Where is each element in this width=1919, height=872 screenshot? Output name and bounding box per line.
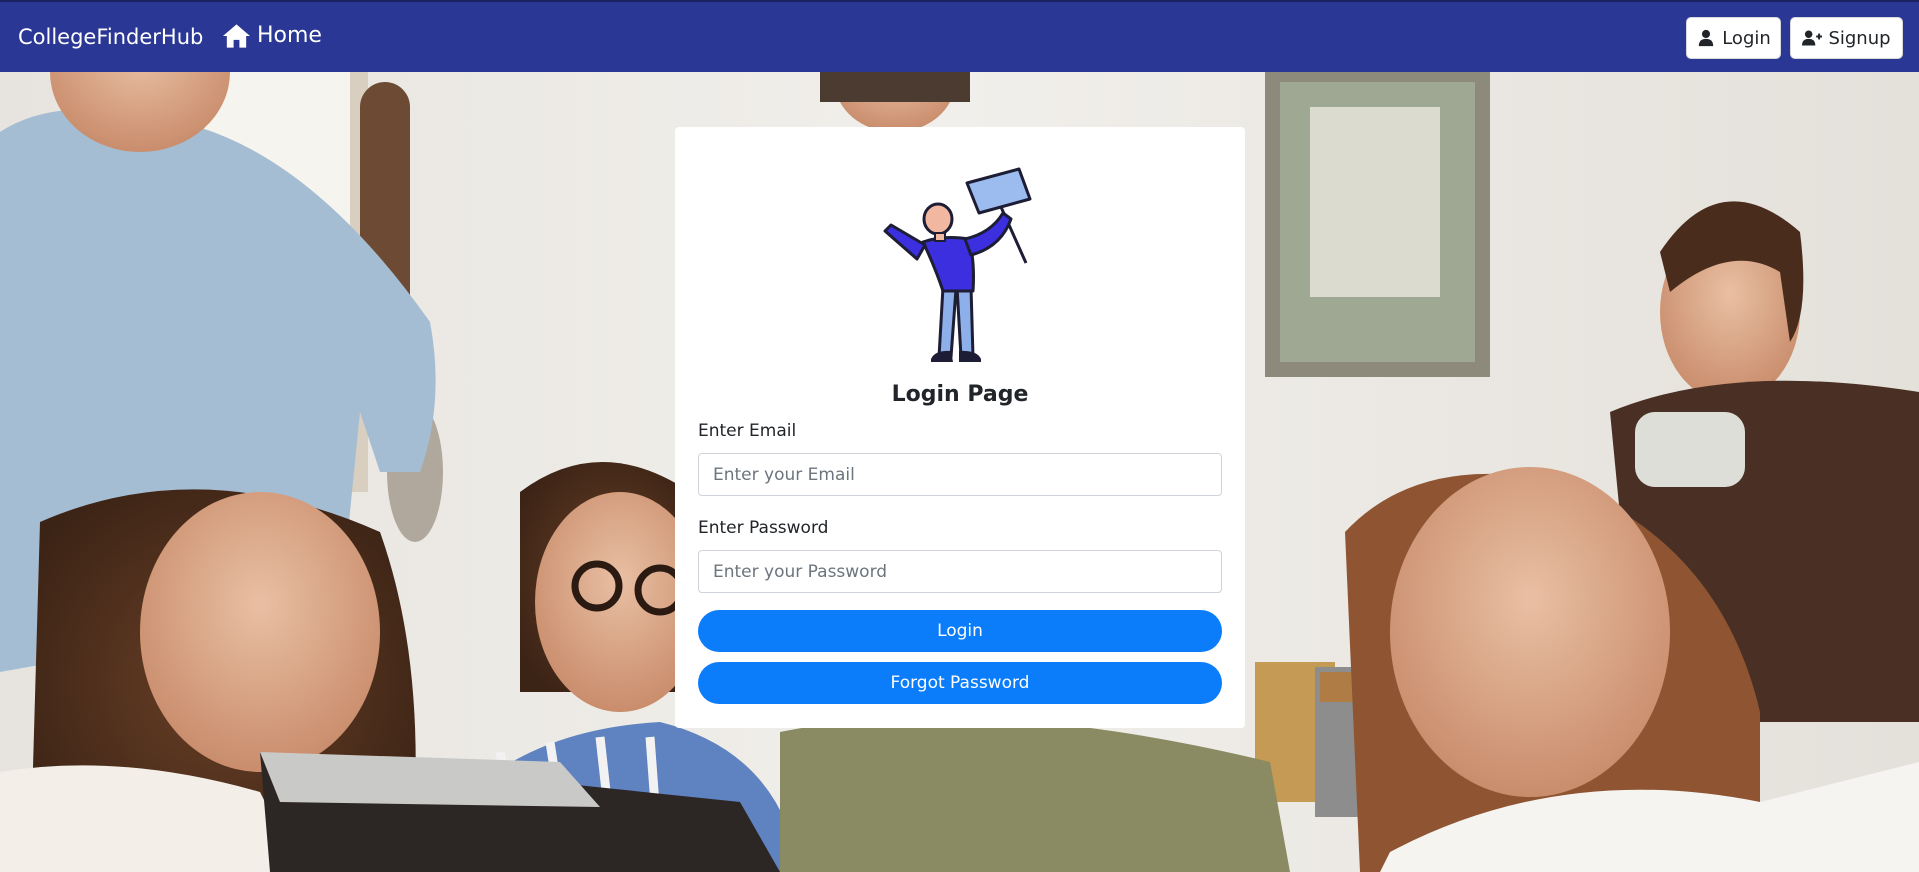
login-button[interactable]: Login (698, 610, 1222, 652)
person-waving-flag-illustration (883, 167, 1032, 362)
login-nav-button[interactable]: Login (1686, 17, 1781, 59)
brand-link[interactable]: CollegeFinderHub (18, 24, 203, 50)
password-field[interactable] (698, 550, 1222, 593)
signup-nav-label: Signup (1828, 27, 1891, 49)
email-field[interactable] (698, 453, 1222, 496)
page-title: Login Page (891, 382, 1029, 407)
login-nav-label: Login (1722, 27, 1771, 49)
user-plus-icon (1802, 30, 1823, 46)
home-link[interactable]: Home (222, 22, 322, 50)
top-navbar: CollegeFinderHub Home Login Signup (0, 0, 1919, 72)
password-label: Enter Password (698, 518, 829, 538)
home-link-label: Home (257, 23, 322, 48)
home-icon (222, 24, 251, 48)
email-label: Enter Email (698, 421, 797, 441)
forgot-password-button[interactable]: Forgot Password (698, 662, 1222, 704)
signup-nav-button[interactable]: Signup (1790, 17, 1903, 59)
user-icon (1699, 29, 1714, 47)
login-card: Login Page Enter Email Enter Password Lo… (675, 127, 1245, 728)
